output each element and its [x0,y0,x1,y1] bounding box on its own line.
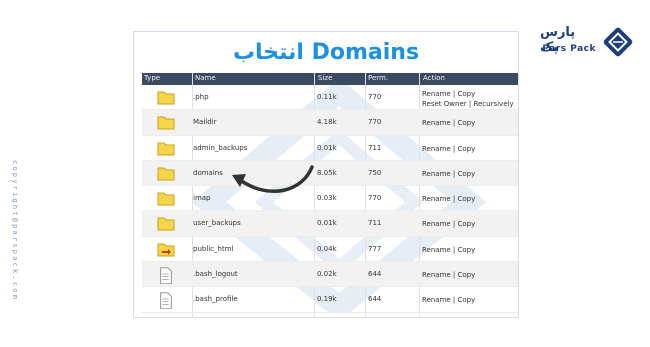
file-perm[interactable]: 750 [368,169,381,177]
file-size: 0.01k [317,219,337,228]
folder-icon[interactable] [157,165,175,181]
file-name[interactable]: .bash_profile [193,295,238,303]
file-size: 0.04k [317,244,337,253]
table-row[interactable]: admin_backups 0.01k 711 Rename | Copy [142,136,518,161]
file-name[interactable]: imap [193,194,211,202]
action-reset-owner[interactable]: Reset Owner | Recursively [422,100,514,108]
action-rename-copy[interactable]: Rename | Copy [422,118,475,128]
file-icon[interactable] [158,289,174,310]
action-rename-copy[interactable]: Rename | Copy [422,169,475,179]
file-perm[interactable]: 777 [368,245,381,253]
file-size: 0.11k [317,93,337,101]
table-row[interactable]: .bash_profile 0.19k 644 Rename | Copy [142,287,518,313]
table-header: Type Name Size Perm. Action [142,73,518,85]
action-rename-copy[interactable]: Rename | Copy [422,90,475,98]
table-row[interactable]: Maildir 4.18k 770 Rename | Copy [142,110,518,136]
folder-icon[interactable] [157,140,175,156]
file-name[interactable]: user_backups [193,219,241,227]
folder-link-icon[interactable] [157,241,175,257]
file-perm[interactable]: 711 [368,219,381,227]
file-perm[interactable]: 770 [368,118,381,126]
action-rename-copy[interactable]: Rename | Copy [422,194,475,204]
file-size: 0.01k [317,143,337,152]
file-size: 4.18k [317,118,337,127]
file-manager-panel: انتخاب Domains Type Name Size Perm. Acti… [133,31,519,318]
file-name[interactable]: public_html [193,245,234,253]
table-row[interactable]: domains 8.05k 750 Rename | Copy [142,160,518,187]
parspack-logo: پارس پک Pars Pack [540,22,640,66]
file-name[interactable]: .bash_logout [193,270,238,278]
col-size[interactable]: Size [318,74,332,82]
file-name[interactable]: .php [193,93,209,101]
folder-icon[interactable] [157,190,175,206]
folder-icon[interactable] [157,215,175,231]
action-rename-copy[interactable]: Rename | Copy [422,295,475,305]
action-rename-copy[interactable]: Rename | Copy [422,219,475,229]
col-name[interactable]: Name [195,74,216,82]
file-perm[interactable]: 644 [368,270,381,278]
action-rename-copy[interactable]: Rename | Copy [422,245,475,255]
col-perm[interactable]: Perm. [368,74,388,82]
file-perm[interactable]: 770 [368,93,381,101]
folder-icon[interactable] [157,89,175,105]
file-size: 0.19k [317,295,337,304]
action-rename-copy[interactable]: Rename | Copy [422,144,475,154]
file-name[interactable]: domains [193,169,223,177]
logo-text-en: Pars Pack [542,44,596,54]
file-size: 0.02k [317,270,337,279]
col-type[interactable]: Type [144,74,160,82]
action-rename-copy[interactable]: Rename | Copy [422,270,475,280]
table-row[interactable]: public_html 0.04k 777 Rename | Copy [142,237,518,263]
page-title: انتخاب Domains [232,40,420,65]
file-icon[interactable] [158,264,174,285]
file-name[interactable]: admin_backups [193,144,247,152]
file-name[interactable]: Maildir [193,118,217,126]
file-list: .php 0.11k 770 Rename | Copy Reset Owner … [142,85,518,313]
copyright-vertical-text: copyright@parspack.com [11,160,19,302]
col-action: Action [423,74,445,82]
folder-icon[interactable] [157,114,175,130]
file-perm[interactable]: 711 [368,144,381,152]
table-row[interactable]: .bash_logout 0.02k 644 Rename | Copy [142,262,518,288]
pointer-arrow-icon [232,165,314,194]
parspack-logo-icon [603,27,633,57]
table-row[interactable]: imap 0.03k 770 Rename | Copy [142,186,518,212]
row-actions[interactable]: Rename | Copy Reset Owner | Recursively [422,89,514,109]
table-row[interactable]: .php 0.11k 770 Rename | Copy Reset Owner … [142,85,518,111]
file-perm[interactable]: 770 [368,194,381,202]
file-perm[interactable]: 644 [368,295,381,303]
table-row[interactable]: user_backups 0.01k 711 Rename | Copy [142,211,518,237]
